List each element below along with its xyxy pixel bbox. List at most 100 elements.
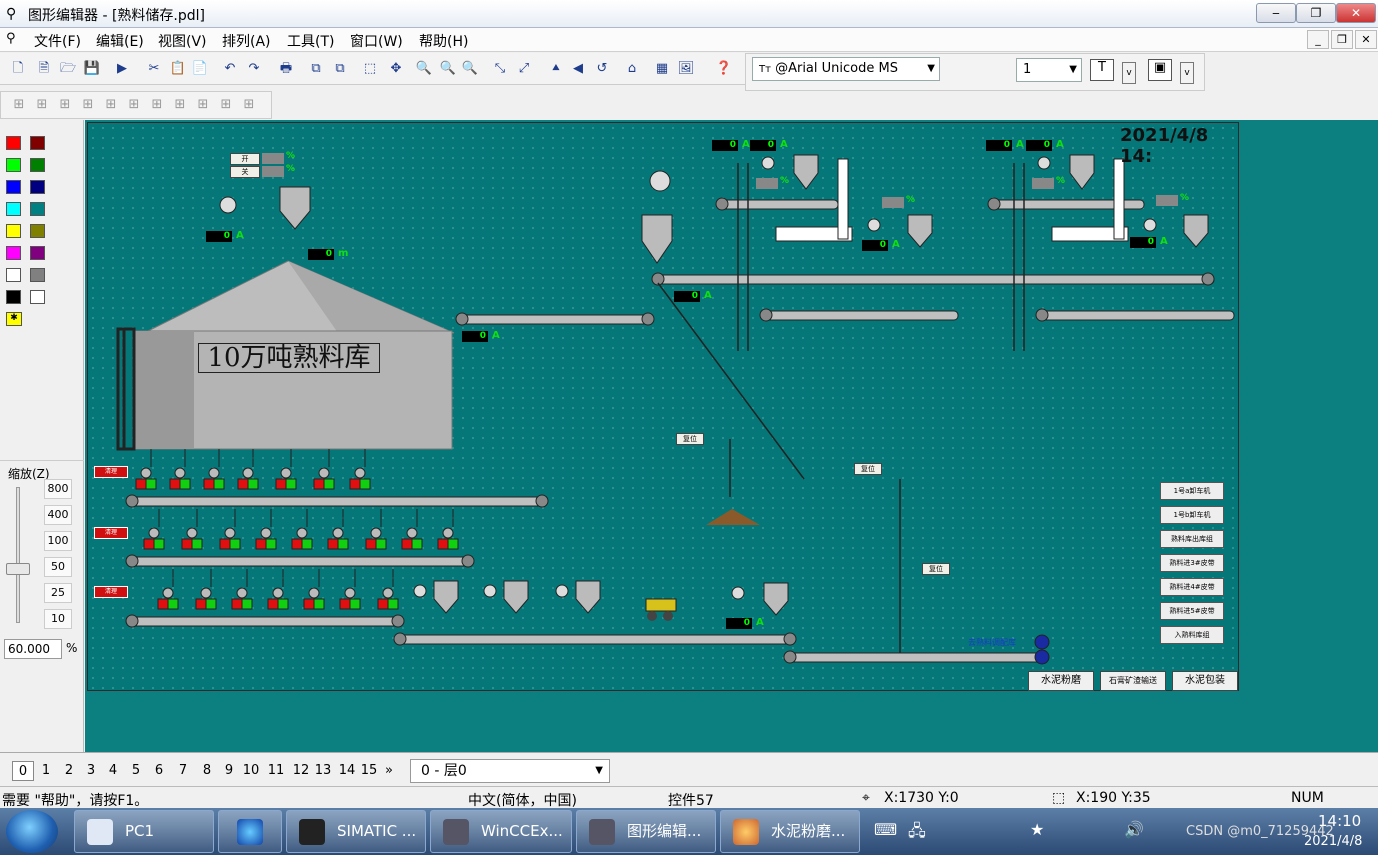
page-tab-9[interactable]: 9	[218, 761, 240, 781]
toolbar-button-19[interactable]: ⤢	[514, 59, 534, 79]
network-icon[interactable]: 🖧	[908, 820, 926, 847]
page-tab-10[interactable]: 10	[240, 761, 262, 781]
page-tab-1[interactable]: 1	[35, 761, 57, 781]
feeder-1-5[interactable]	[327, 509, 349, 550]
gypsum-slag-button[interactable]: 石膏矿渣输送	[1100, 671, 1166, 691]
feeder-2-4[interactable]	[303, 569, 325, 610]
open-command-button[interactable]: 开	[230, 153, 260, 165]
color-swatch[interactable]	[30, 268, 45, 282]
toolbar-button-20[interactable]: ⯅	[546, 59, 566, 79]
page-tab-5[interactable]: 5	[125, 761, 147, 781]
toolbar-button-25[interactable]: 🖼	[676, 59, 696, 79]
clock-time[interactable]: 14:10	[1318, 812, 1361, 830]
page-tab-2[interactable]: 2	[58, 761, 80, 781]
feeder-1-0[interactable]	[143, 509, 165, 550]
page-tab-6[interactable]: 6	[148, 761, 170, 781]
menu-file[interactable]: 文件(F)	[34, 31, 81, 51]
feeder-1-6[interactable]	[365, 509, 387, 550]
color-swatch[interactable]	[6, 268, 21, 282]
zoom-level-50[interactable]: 50	[44, 557, 72, 577]
font-size-select[interactable]: 1 ▼	[1016, 58, 1082, 82]
toolbar-button-14[interactable]: ✥	[386, 59, 406, 79]
feeder-0-0[interactable]	[135, 449, 157, 490]
nav-button-unloader-1a[interactable]: 1号a卸车机	[1160, 482, 1224, 500]
toolbar-button-26[interactable]: ❓	[714, 59, 734, 79]
feeder-2-0[interactable]	[157, 569, 179, 610]
reset-button-2[interactable]: 复位	[854, 463, 882, 475]
layer-select[interactable]: 0 - 层0 ▼	[410, 759, 610, 783]
toolbar-button-24[interactable]: ▦	[652, 59, 672, 79]
clock-date[interactable]: 2021/4/8	[1304, 834, 1362, 849]
zoom-slider-track[interactable]	[16, 487, 20, 623]
font-name-select[interactable]: Tᴛ @Arial Unicode MS ▼	[752, 57, 940, 81]
clear-bar-2[interactable]: 清理	[94, 527, 128, 539]
color-swatch[interactable]	[30, 290, 45, 304]
toolbar-button-6[interactable]: 📋	[168, 59, 188, 79]
nav-button-silo-outbound[interactable]: 熟料库出库组	[1160, 530, 1224, 548]
page-tab-11[interactable]: 11	[265, 761, 287, 781]
menu-help[interactable]: 帮助(H)	[419, 31, 468, 51]
zoom-value-field[interactable]: 60.000	[4, 639, 62, 659]
nav-button-belt-3[interactable]: 熟料进3#皮带	[1160, 554, 1224, 572]
toolbar-button-13[interactable]: ⬚	[360, 59, 380, 79]
feeder-1-3[interactable]	[255, 509, 277, 550]
color-swatch[interactable]	[6, 136, 21, 150]
align-button-6[interactable]: ⊞	[147, 95, 167, 115]
feeder-1-8[interactable]	[437, 509, 459, 550]
toolbar-button-9[interactable]: ↷	[244, 59, 264, 79]
feeder-0-3[interactable]	[237, 449, 259, 490]
volume-icon[interactable]: 🔊	[1124, 820, 1144, 839]
toolbar-button-22[interactable]: ↺	[592, 59, 612, 79]
feeder-2-1[interactable]	[195, 569, 217, 610]
feeder-1-2[interactable]	[219, 509, 241, 550]
clear-bar-1[interactable]: 清理	[94, 466, 128, 478]
color-swatch[interactable]	[30, 202, 45, 216]
toolbar-button-2[interactable]: 🗁	[58, 59, 78, 79]
font-color-button[interactable]: T	[1090, 59, 1114, 81]
close-command-button[interactable]: 关	[230, 166, 260, 178]
color-swatch[interactable]	[30, 224, 45, 238]
align-button-8[interactable]: ⊞	[193, 95, 213, 115]
zoom-level-400[interactable]: 400	[44, 505, 72, 525]
color-swatch[interactable]	[6, 290, 21, 304]
align-button-7[interactable]: ⊞	[170, 95, 190, 115]
toolbar-button-1[interactable]: 🗎	[34, 59, 54, 79]
page-tab-7[interactable]: 7	[172, 761, 194, 781]
toolbar-button-16[interactable]: 🔍	[438, 59, 458, 79]
toolbar-button-8[interactable]: ↶	[220, 59, 240, 79]
align-button-3[interactable]: ⊞	[78, 95, 98, 115]
align-button-10[interactable]: ⊞	[239, 95, 259, 115]
star-icon[interactable]: ★	[1030, 820, 1044, 839]
task-ie[interactable]	[218, 810, 282, 853]
page-tab-0[interactable]: 0	[12, 761, 34, 781]
mdi-restore-button[interactable]: ❐	[1331, 30, 1353, 49]
align-button-9[interactable]: ⊞	[216, 95, 236, 115]
align-button-0[interactable]: ⊞	[9, 95, 29, 115]
color-swatch[interactable]	[30, 136, 45, 150]
toolbar-button-3[interactable]: 💾	[82, 59, 102, 79]
reset-button-3[interactable]: 复位	[922, 563, 950, 575]
feeder-1-4[interactable]	[291, 509, 313, 550]
maximize-button[interactable]: ❐	[1296, 3, 1336, 23]
align-button-2[interactable]: ⊞	[55, 95, 75, 115]
color-swatch[interactable]	[30, 180, 45, 194]
toolbar-button-17[interactable]: 🔍	[460, 59, 480, 79]
menu-window[interactable]: 窗口(W)	[350, 31, 403, 51]
fill-color-dropdown[interactable]: v	[1180, 62, 1194, 84]
toolbar-button-12[interactable]: ⧉	[330, 59, 350, 79]
task-pc1[interactable]: PC1	[74, 810, 214, 853]
menu-view[interactable]: 视图(V)	[158, 31, 207, 51]
task-graphics-designer[interactable]: 图形编辑...	[576, 810, 716, 853]
color-swatch[interactable]	[6, 202, 21, 216]
toolbar-button-4[interactable]: ▶	[112, 59, 132, 79]
menu-arrange[interactable]: 排列(A)	[222, 31, 271, 51]
task-wincc-explorer[interactable]: WinCCEx...	[430, 810, 572, 853]
color-swatch[interactable]	[30, 158, 45, 172]
toolbar-button-18[interactable]: ⤡	[490, 59, 510, 79]
feeder-2-5[interactable]	[339, 569, 361, 610]
feeder-0-4[interactable]	[275, 449, 297, 490]
feeder-2-3[interactable]	[267, 569, 289, 610]
align-button-5[interactable]: ⊞	[124, 95, 144, 115]
nav-button-belt-5[interactable]: 熟料进5#皮带	[1160, 602, 1224, 620]
page-tab-14[interactable]: 14	[336, 761, 358, 781]
